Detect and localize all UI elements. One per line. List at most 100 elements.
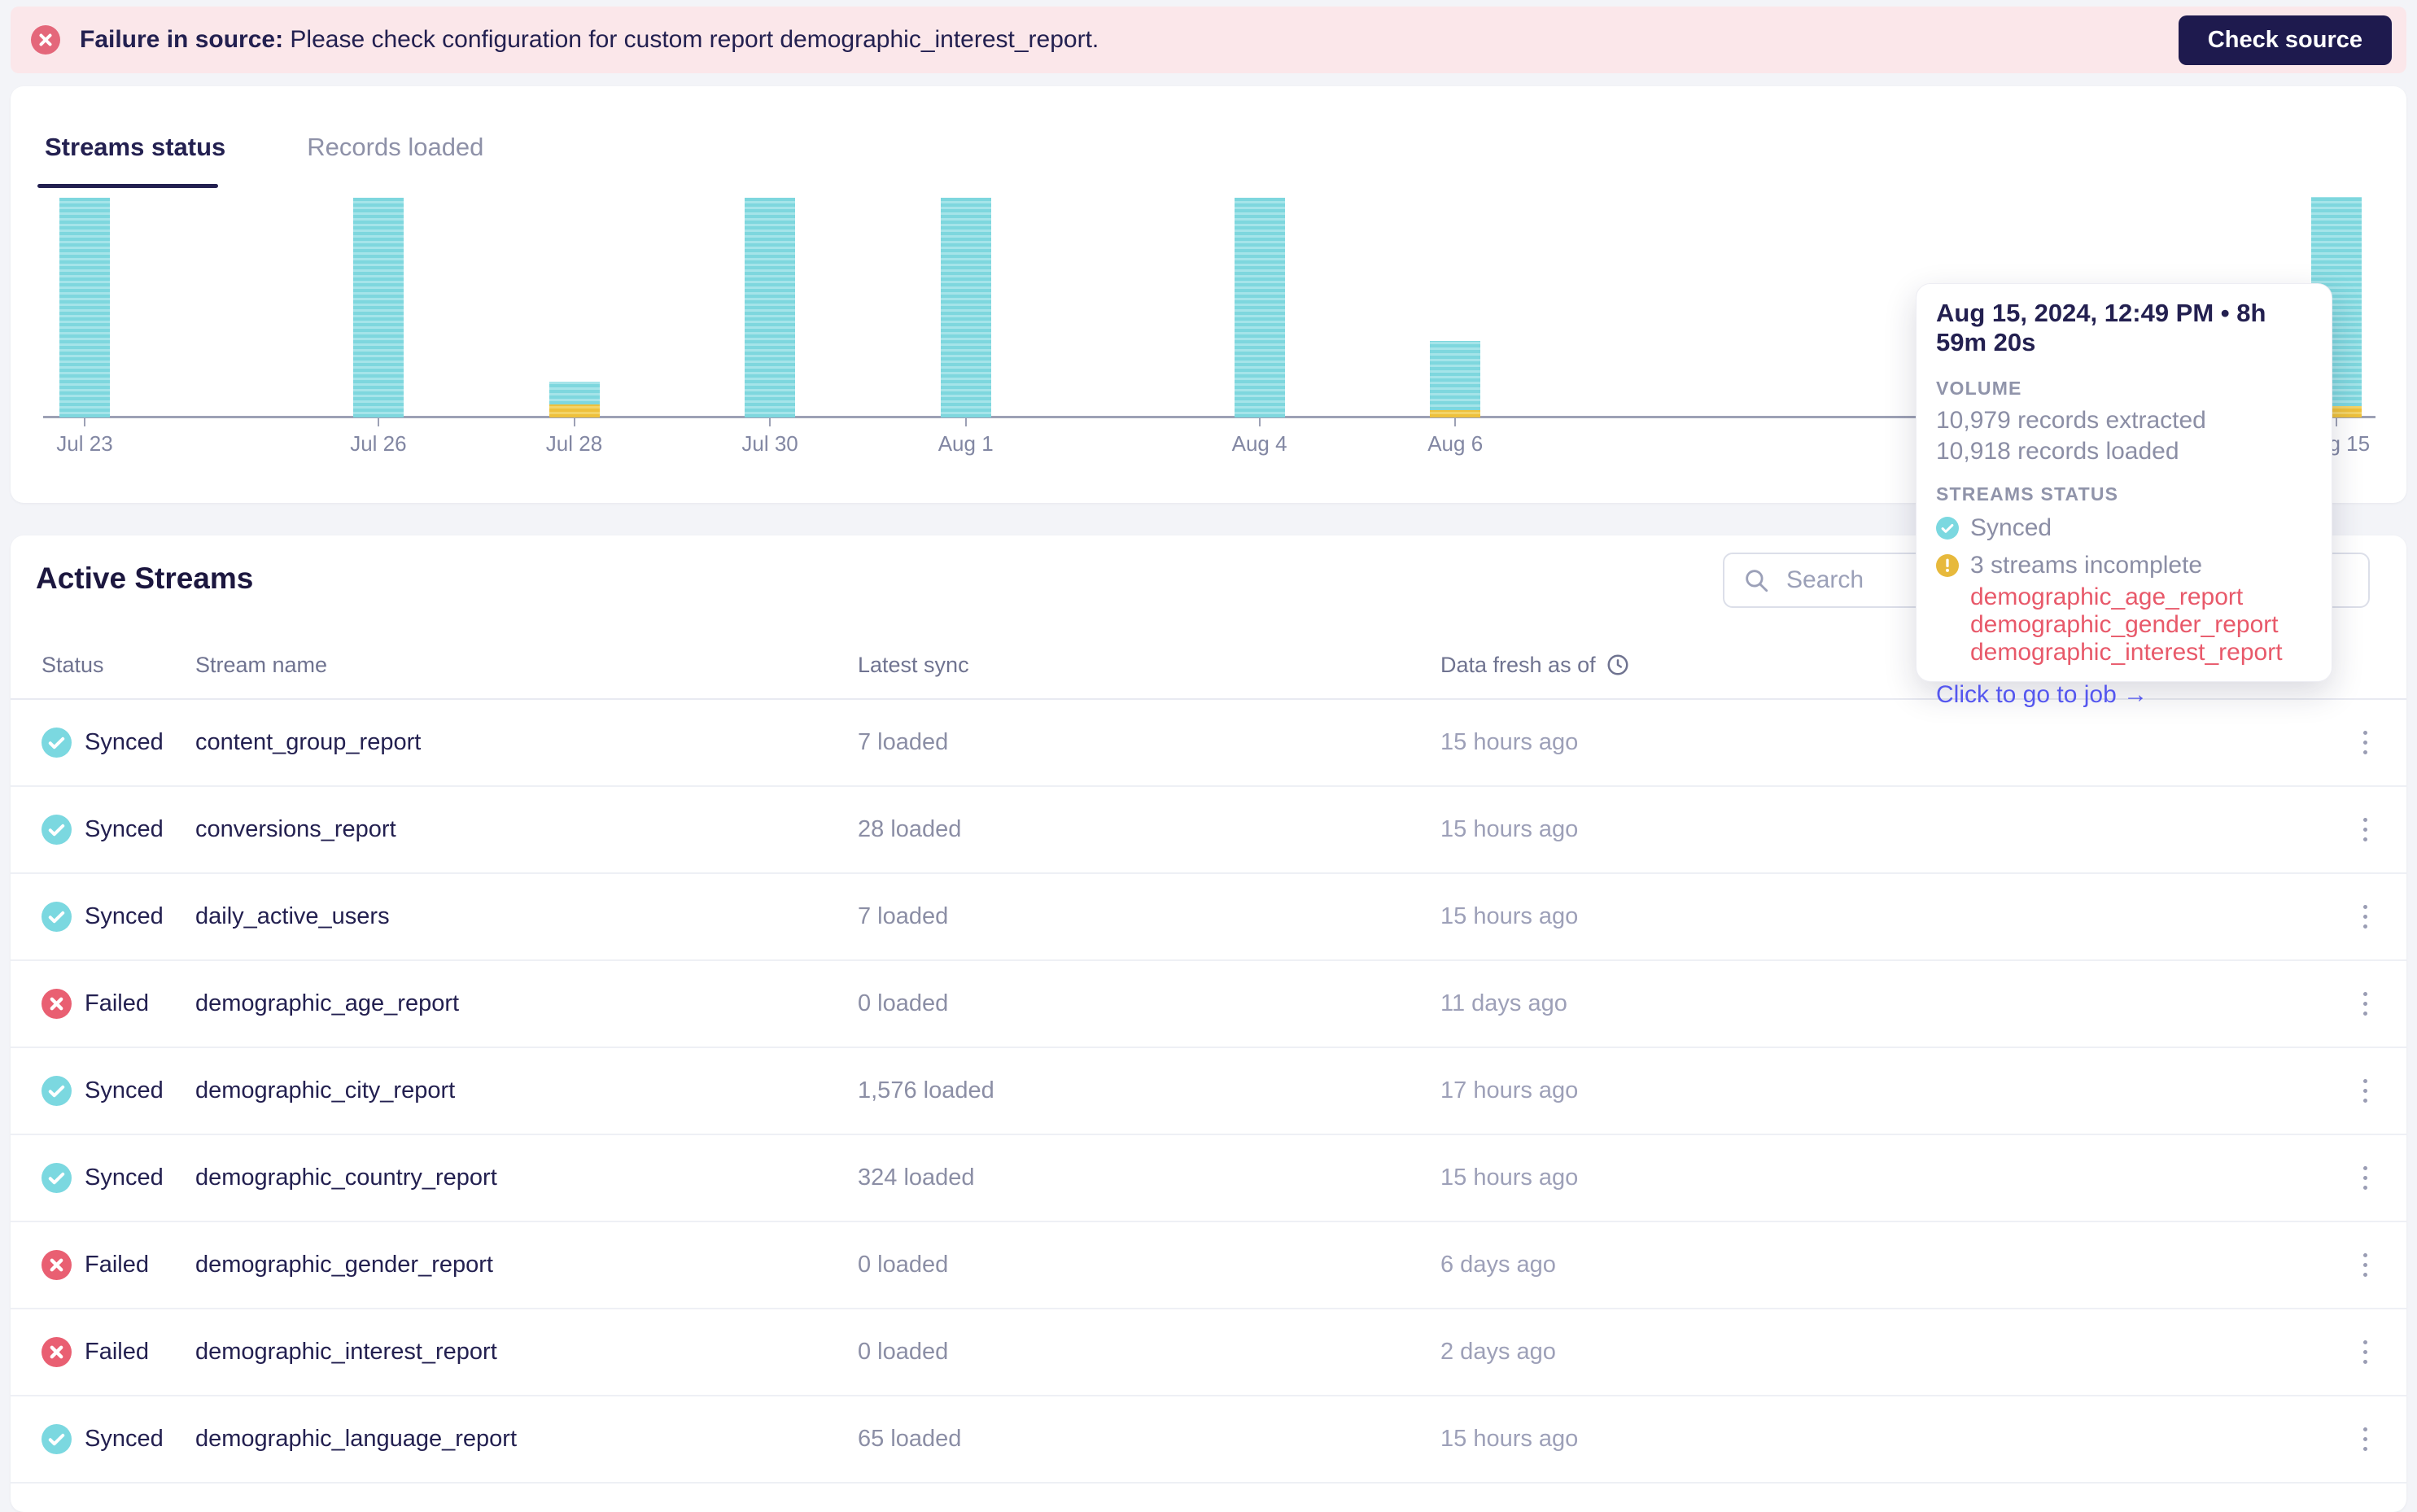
- tooltip-streams-status-label: STREAMS STATUS: [1936, 483, 2119, 505]
- tooltip-synced-row: Synced: [1936, 513, 2312, 543]
- status-cell: Synced: [42, 902, 195, 932]
- incomplete-stream-link[interactable]: demographic_age_report: [1970, 583, 2312, 611]
- row-menu-button[interactable]: [2355, 1245, 2375, 1285]
- tooltip-incomplete-label: 3 streams incomplete: [1970, 552, 2203, 579]
- table-row[interactable]: Failed demographic_interest_report 0 loade…: [11, 1309, 2406, 1396]
- bar-segment-synced: [549, 382, 600, 404]
- incomplete-stream-links: demographic_age_report demographic_gender…: [1970, 583, 2312, 666]
- chart-bar[interactable]: [352, 198, 404, 417]
- check-source-button[interactable]: Check source: [2178, 15, 2392, 65]
- axis-label: Jul 28: [545, 431, 603, 456]
- banner-message-rest: Please check configuration for custom re…: [283, 26, 1099, 53]
- data-fresh-cell: 15 hours ago: [1440, 816, 1579, 842]
- chart-bar[interactable]: [940, 198, 991, 417]
- latest-sync-cell: 7 loaded: [858, 729, 949, 755]
- latest-sync-cell: 65 loaded: [858, 1426, 962, 1452]
- failed-x-icon: [42, 1337, 72, 1367]
- stream-name-cell: demographic_age_report: [195, 990, 460, 1016]
- table-row[interactable]: Synced content_group_report 7 loaded 15 hou…: [11, 700, 2406, 787]
- go-to-job-link[interactable]: Click to go to job →: [1936, 681, 2148, 709]
- axis-label: Aug 4: [1231, 431, 1287, 456]
- incomplete-stream-link[interactable]: demographic_interest_report: [1970, 639, 2312, 666]
- col-header-data-fresh-label: Data fresh as of: [1440, 652, 1596, 677]
- col-header-latest-sync: Latest sync: [858, 652, 969, 677]
- stream-name-cell: content_group_report: [195, 729, 422, 755]
- row-menu-button[interactable]: [2355, 1419, 2375, 1459]
- bar-segment-incomplete: [1430, 410, 1481, 417]
- synced-check-icon: [42, 815, 72, 845]
- latest-sync-cell: 1,576 loaded: [858, 1077, 994, 1103]
- stream-name-cell: demographic_interest_report: [195, 1339, 497, 1365]
- synced-check-icon: [42, 1163, 72, 1193]
- table-row[interactable]: Synced daily_active_users 7 loaded 15 hours…: [11, 874, 2406, 961]
- axis-label: Aug 6: [1427, 431, 1484, 456]
- table-row[interactable]: Failed demographic_gender_report 0 loaded 6…: [11, 1222, 2406, 1309]
- status-cell: Synced: [42, 728, 195, 758]
- synced-check-icon: [42, 902, 72, 932]
- clock-icon: [1607, 654, 1628, 675]
- axis-tick: [573, 418, 575, 426]
- status-label: Synced: [85, 729, 164, 755]
- axis-label: Aug 1: [938, 431, 994, 456]
- col-header-stream-name: Stream name: [195, 652, 328, 677]
- data-fresh-cell: 17 hours ago: [1440, 1077, 1579, 1103]
- status-label: Failed: [85, 990, 149, 1016]
- tooltip-volume-label: VOLUME: [1936, 378, 2022, 399]
- synced-check-icon: [1936, 517, 1959, 540]
- status-cell: Synced: [42, 1076, 195, 1106]
- bar-segment-synced: [352, 198, 404, 417]
- chart-bar[interactable]: [1430, 341, 1481, 417]
- synced-check-icon: [42, 1076, 72, 1106]
- status-label: Failed: [85, 1339, 149, 1365]
- table-row[interactable]: Failed demographic_age_report 0 loaded 11 d…: [11, 961, 2406, 1048]
- row-menu-button[interactable]: [2355, 810, 2375, 850]
- latest-sync-cell: 0 loaded: [858, 990, 949, 1016]
- bar-segment-synced: [1430, 341, 1481, 410]
- data-fresh-cell: 15 hours ago: [1440, 1426, 1579, 1452]
- stream-name-cell: daily_active_users: [195, 903, 390, 929]
- latest-sync-cell: 324 loaded: [858, 1165, 975, 1191]
- synced-check-icon: [42, 1424, 72, 1454]
- chart-bar[interactable]: [549, 382, 600, 417]
- stream-name-cell: demographic_language_report: [195, 1426, 518, 1452]
- status-cell: Failed: [42, 1250, 195, 1280]
- synced-check-icon: [42, 728, 72, 758]
- stream-name-cell: demographic_city_report: [195, 1077, 456, 1103]
- tooltip-title: Aug 15, 2024, 12:49 PM • 8h 59m 20s: [1936, 299, 2266, 356]
- table-row[interactable]: Synced conversions_report 28 loaded 15 hour…: [11, 787, 2406, 874]
- axis-label: Jul 26: [350, 431, 407, 456]
- data-fresh-cell: 15 hours ago: [1440, 903, 1579, 929]
- status-cell: Failed: [42, 1337, 195, 1367]
- row-menu-button[interactable]: [2355, 1071, 2375, 1111]
- row-menu-button[interactable]: [2355, 1332, 2375, 1372]
- bar-segment-incomplete: [549, 404, 600, 417]
- axis-tick: [1258, 418, 1261, 426]
- row-menu-button[interactable]: [2355, 897, 2375, 937]
- status-label: Synced: [85, 1426, 164, 1452]
- status-cell: Synced: [42, 815, 195, 845]
- latest-sync-cell: 28 loaded: [858, 816, 962, 842]
- tooltip-synced-label: Synced: [1970, 514, 2052, 541]
- chart-bar[interactable]: [1234, 198, 1285, 417]
- row-menu-button[interactable]: [2355, 723, 2375, 763]
- row-menu-button[interactable]: [2355, 1158, 2375, 1198]
- status-cell: Synced: [42, 1424, 195, 1454]
- chart-bar[interactable]: [745, 198, 796, 417]
- table-row[interactable]: Synced demographic_language_report 65 load…: [11, 1396, 2406, 1484]
- col-header-status: Status: [42, 652, 104, 677]
- status-cell: Synced: [42, 1163, 195, 1193]
- row-menu-button[interactable]: [2355, 984, 2375, 1024]
- axis-tick: [769, 418, 771, 426]
- status-cell: Failed: [42, 989, 195, 1019]
- search-icon: [1746, 570, 1768, 592]
- status-label: Failed: [85, 1252, 149, 1278]
- chart-bar[interactable]: [59, 198, 110, 417]
- incomplete-stream-link[interactable]: demographic_gender_report: [1970, 611, 2312, 639]
- tooltip-records-loaded: 10,918 records loaded: [1936, 438, 2179, 465]
- table-row[interactable]: Synced demographic_city_report 1,576 loade…: [11, 1048, 2406, 1135]
- bar-segment-synced: [940, 198, 991, 417]
- failed-x-icon: [42, 1250, 72, 1280]
- data-fresh-cell: 15 hours ago: [1440, 1165, 1579, 1191]
- bar-segment-synced: [745, 198, 796, 417]
- table-row[interactable]: Synced demographic_country_report 324 load…: [11, 1135, 2406, 1222]
